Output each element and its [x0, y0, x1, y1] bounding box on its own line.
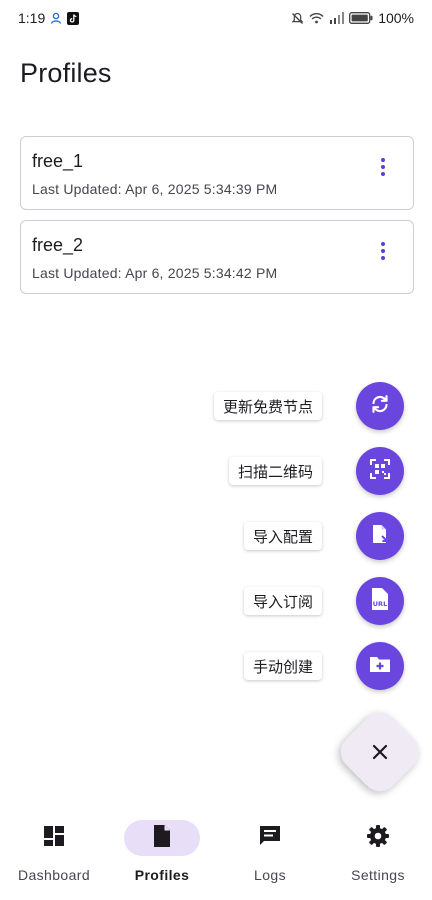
- bottom-navigation: Dashboard Profiles Logs Settings: [0, 808, 432, 900]
- profile-card[interactable]: free_2 Last Updated: Apr 6, 2025 5:34:42…: [20, 220, 414, 294]
- fab-menu-item-import-subscription[interactable]: 导入订阅 URL: [0, 577, 432, 625]
- fab-label[interactable]: 导入订阅: [243, 587, 322, 615]
- more-vert-icon[interactable]: [375, 157, 391, 177]
- nav-label: Logs: [254, 867, 286, 883]
- profile-last-updated: Last Updated: Apr 6, 2025 5:34:42 PM: [32, 265, 278, 281]
- status-left: 1:19: [18, 10, 80, 26]
- status-time: 1:19: [18, 10, 46, 26]
- nav-label: Profiles: [134, 867, 190, 883]
- status-bar: 1:19 100%: [0, 0, 432, 36]
- update-nodes-button[interactable]: [356, 382, 404, 430]
- mute-bell-icon: [291, 12, 304, 25]
- dashboard-icon: [43, 825, 65, 852]
- fab-label[interactable]: 扫描二维码: [228, 457, 322, 485]
- fab-menu-item-scan-qr[interactable]: 扫描二维码: [0, 447, 432, 495]
- nav-profiles[interactable]: Profiles: [108, 808, 216, 900]
- scan-qr-button[interactable]: [356, 447, 404, 495]
- chat-icon: [258, 825, 282, 852]
- profile-card[interactable]: free_1 Last Updated: Apr 6, 2025 5:34:39…: [20, 136, 414, 210]
- fab-label[interactable]: 手动创建: [243, 652, 322, 680]
- qr-scan-icon: [369, 458, 391, 485]
- profile-name: free_1: [32, 151, 84, 171]
- file-import-icon: [369, 523, 391, 550]
- fab-label[interactable]: 导入配置: [243, 522, 322, 550]
- nav-settings[interactable]: Settings: [324, 808, 432, 900]
- import-subscription-button[interactable]: URL: [356, 577, 404, 625]
- nav-pill[interactable]: [16, 820, 92, 856]
- page-title: Profiles: [20, 58, 112, 88]
- folder-add-icon: [368, 653, 392, 680]
- profile-last-updated: Last Updated: Apr 6, 2025 5:34:39 PM: [32, 181, 278, 197]
- nav-dashboard[interactable]: Dashboard: [0, 808, 108, 900]
- more-vert-icon[interactable]: [375, 241, 391, 261]
- fab-menu-item-manual-create[interactable]: 手动创建: [0, 642, 432, 690]
- nav-logs[interactable]: Logs: [216, 808, 324, 900]
- import-config-button[interactable]: [356, 512, 404, 560]
- gear-icon: [366, 824, 390, 853]
- url-file-icon: URL: [369, 587, 391, 616]
- document-icon: [152, 824, 172, 853]
- battery-percent: 100%: [378, 10, 414, 26]
- account-icon: [50, 12, 62, 24]
- tiktok-icon: [67, 11, 80, 25]
- battery-icon: [349, 12, 373, 24]
- nav-pill-active[interactable]: [124, 820, 200, 856]
- close-icon[interactable]: [347, 719, 413, 785]
- fab-menu-item-update-free-nodes[interactable]: 更新免费节点: [0, 382, 432, 430]
- profile-name: free_2: [32, 235, 84, 255]
- nav-pill[interactable]: [232, 820, 308, 856]
- manual-create-button[interactable]: [356, 642, 404, 690]
- nav-label: Settings: [351, 867, 405, 883]
- signal-icon: [329, 12, 345, 24]
- svg-text:URL: URL: [373, 600, 387, 608]
- wifi-icon: [309, 12, 324, 24]
- fab-label[interactable]: 更新免费节点: [213, 392, 322, 420]
- refresh-icon: [369, 393, 391, 420]
- nav-pill[interactable]: [340, 820, 416, 856]
- profiles-screen: 1:19 100% Profiles free_1 Last Updated: …: [0, 0, 432, 900]
- status-right: 100%: [291, 10, 414, 26]
- fab-menu-item-import-config[interactable]: 导入配置: [0, 512, 432, 560]
- nav-label: Dashboard: [17, 867, 91, 883]
